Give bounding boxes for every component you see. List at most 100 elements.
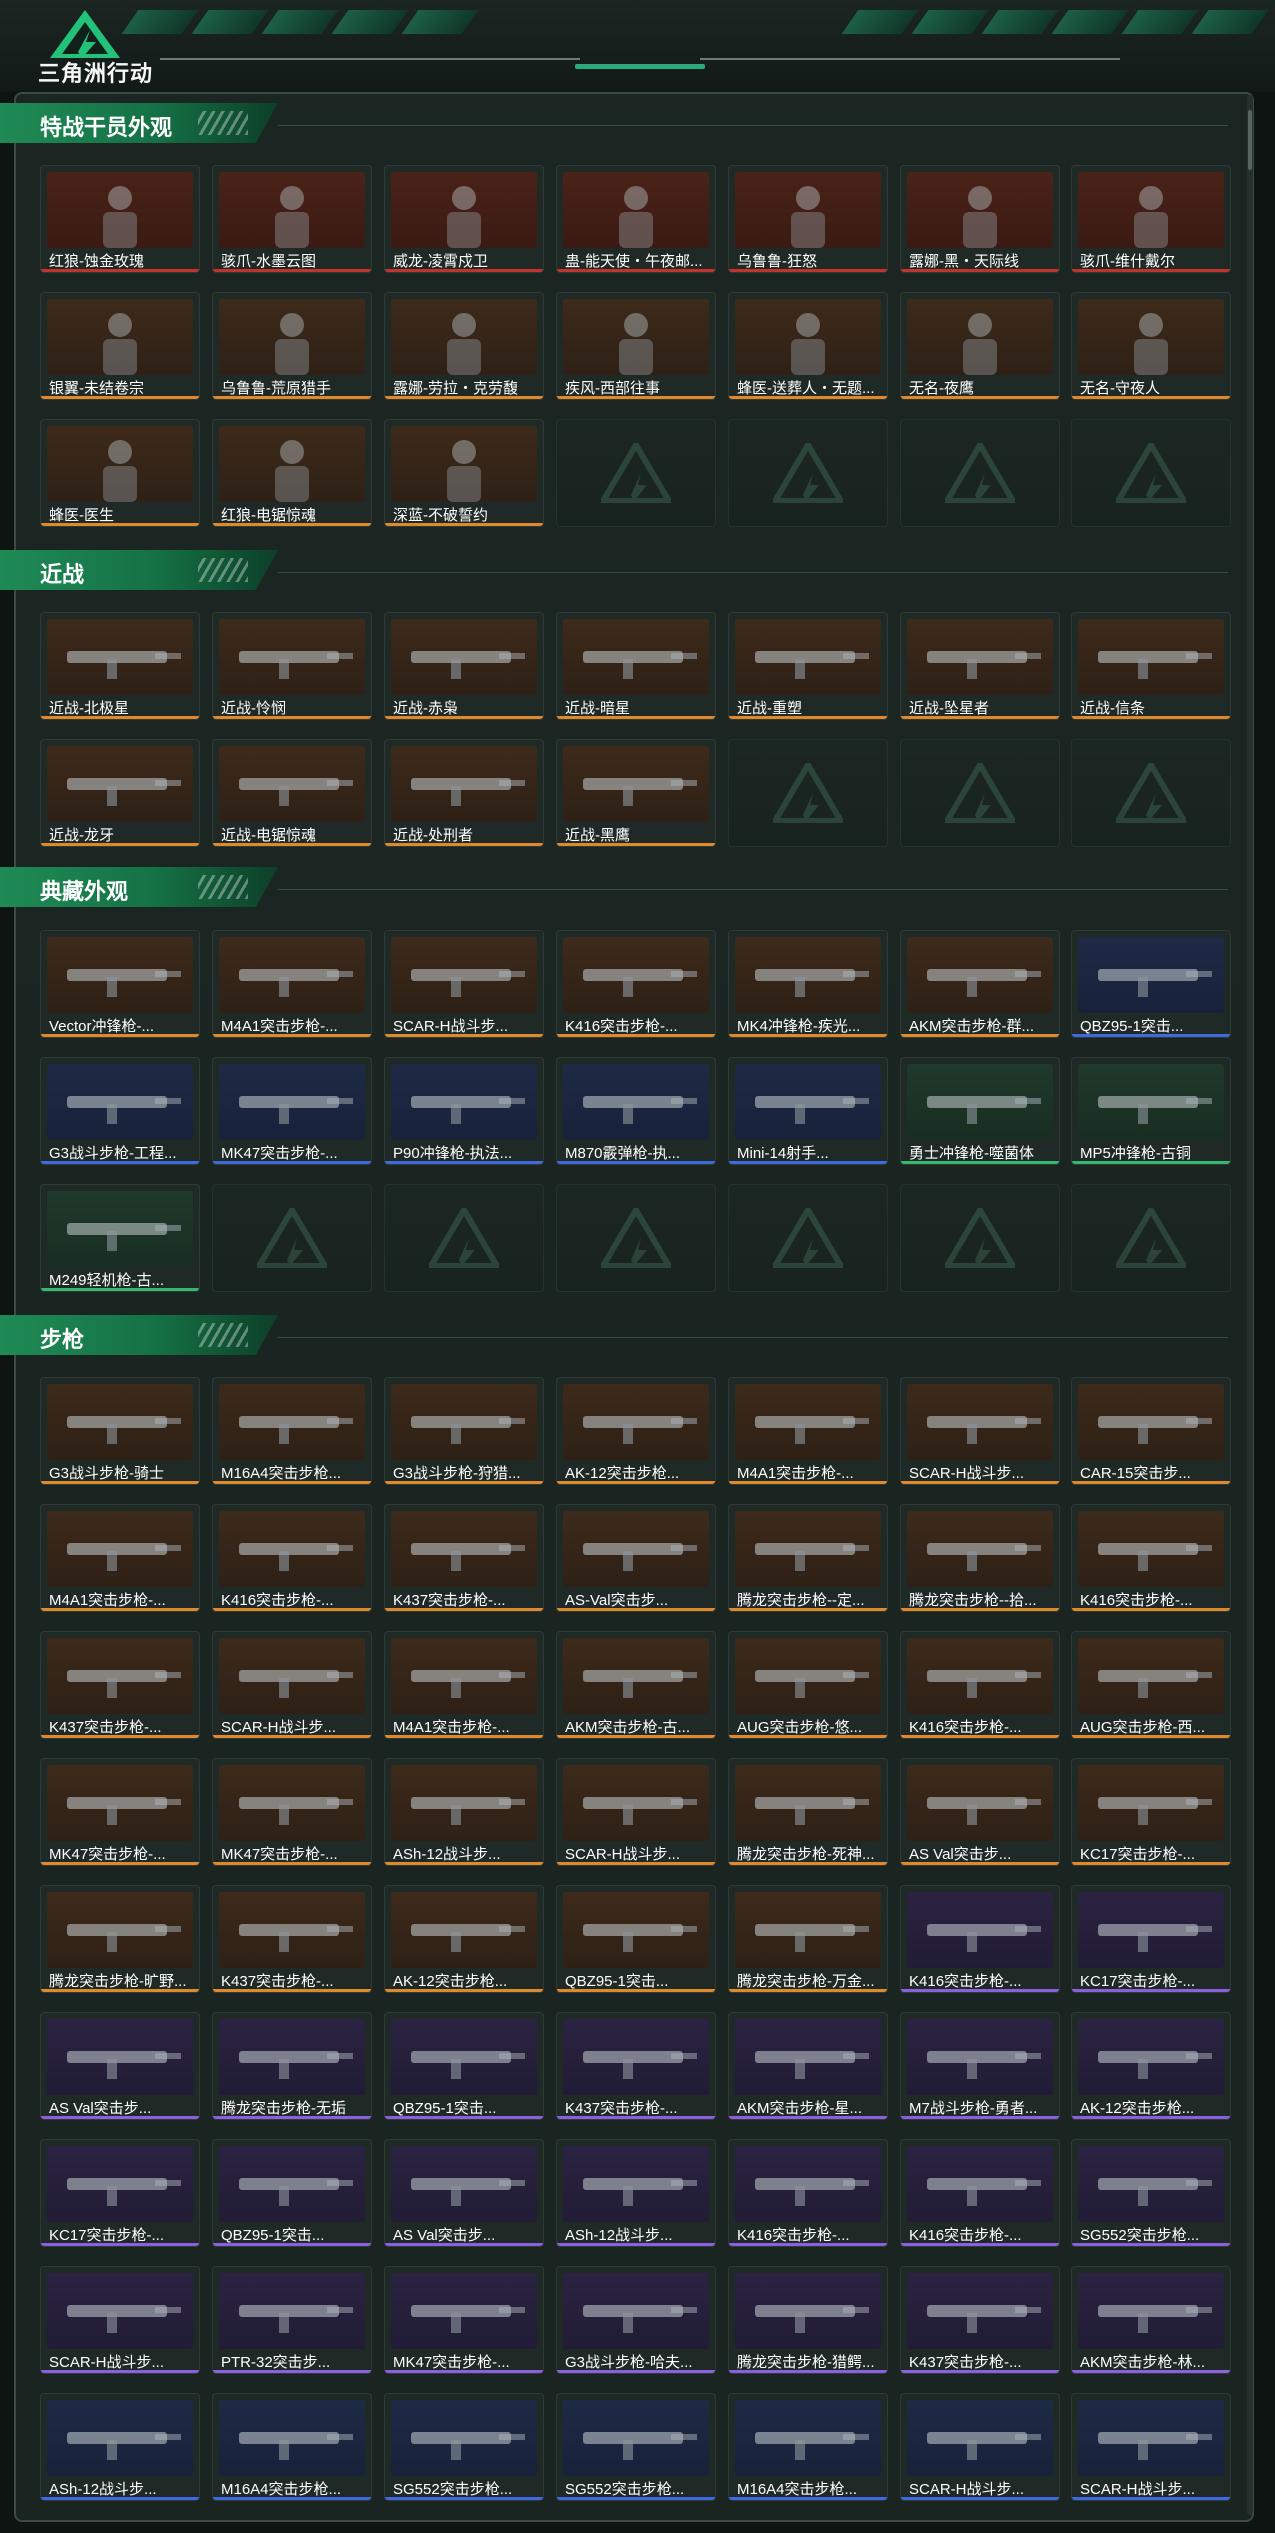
skin-card[interactable]: G3战斗步枪-狩猎...: [384, 1377, 544, 1485]
skin-card[interactable]: M249轻机枪-古...: [40, 1184, 200, 1292]
skin-card[interactable]: K437突击步枪-...: [212, 1885, 372, 1993]
skin-card[interactable]: CAR-15突击步...: [1071, 1377, 1231, 1485]
skin-card[interactable]: K416突击步枪-...: [1071, 1504, 1231, 1612]
skin-card[interactable]: 近战-信条: [1071, 612, 1231, 720]
skin-card[interactable]: 近战-重塑: [728, 612, 888, 720]
skin-card[interactable]: 近战-坠星者: [900, 612, 1060, 720]
skin-card[interactable]: M16A4突击步枪...: [728, 2393, 888, 2501]
skin-card[interactable]: AS Val突击步...: [384, 2139, 544, 2247]
scrollbar-thumb[interactable]: [1248, 110, 1252, 170]
skin-card[interactable]: 乌鲁鲁-狂怒: [728, 165, 888, 273]
skin-card[interactable]: 近战-黑鹰: [556, 739, 716, 847]
skin-card[interactable]: AK-12突击步枪...: [384, 1885, 544, 1993]
skin-card[interactable]: 红狼-蚀金玫瑰: [40, 165, 200, 273]
skin-card[interactable]: MK4冲锋枪-疾光...: [728, 930, 888, 1038]
skin-card[interactable]: MK47突击步枪-...: [40, 1758, 200, 1866]
skin-card[interactable]: KC17突击步枪-...: [40, 2139, 200, 2247]
skin-card[interactable]: MK47突击步枪-...: [212, 1758, 372, 1866]
skin-card[interactable]: AK-12突击步枪...: [1071, 2012, 1231, 2120]
skin-card[interactable]: G3战斗步枪-哈夫...: [556, 2266, 716, 2374]
skin-card[interactable]: SCAR-H战斗步...: [556, 1758, 716, 1866]
skin-card[interactable]: AS Val突击步...: [40, 2012, 200, 2120]
skin-card[interactable]: 无名-守夜人: [1071, 292, 1231, 400]
skin-card[interactable]: M4A1突击步枪-...: [212, 930, 372, 1038]
skin-card[interactable]: 腾龙突击步枪-猎鳄...: [728, 2266, 888, 2374]
skin-card[interactable]: K437突击步枪-...: [384, 1504, 544, 1612]
skin-card[interactable]: M7战斗步枪-勇者...: [900, 2012, 1060, 2120]
skin-card[interactable]: SCAR-H战斗步...: [900, 1377, 1060, 1485]
scrollbar-track[interactable]: [1247, 95, 1253, 2515]
skin-card[interactable]: 腾龙突击步枪--拾...: [900, 1504, 1060, 1612]
skin-card[interactable]: ASh-12战斗步...: [384, 1758, 544, 1866]
skin-card[interactable]: 骇爪-维什戴尔: [1071, 165, 1231, 273]
skin-card[interactable]: AKM突击步枪-群...: [900, 930, 1060, 1038]
skin-card[interactable]: SG552突击步枪...: [384, 2393, 544, 2501]
skin-card[interactable]: SCAR-H战斗步...: [212, 1631, 372, 1739]
skin-card[interactable]: AS-Val突击步...: [556, 1504, 716, 1612]
skin-card[interactable]: 无名-夜鹰: [900, 292, 1060, 400]
skin-card[interactable]: 银翼-未结卷宗: [40, 292, 200, 400]
skin-card[interactable]: 红狼-电锯惊魂: [212, 419, 372, 527]
skin-card[interactable]: 腾龙突击步枪-旷野...: [40, 1885, 200, 1993]
skin-card[interactable]: Mini-14射手...: [728, 1057, 888, 1165]
skin-card[interactable]: 近战-赤枭: [384, 612, 544, 720]
skin-card[interactable]: Vector冲锋枪-...: [40, 930, 200, 1038]
skin-card[interactable]: AKM突击步枪-星...: [728, 2012, 888, 2120]
skin-card[interactable]: ASh-12战斗步...: [40, 2393, 200, 2501]
skin-card[interactable]: M870霰弹枪-执...: [556, 1057, 716, 1165]
skin-card[interactable]: 近战-怜悯: [212, 612, 372, 720]
skin-card[interactable]: AKM突击步枪-古...: [556, 1631, 716, 1739]
skin-card[interactable]: PTR-32突击步...: [212, 2266, 372, 2374]
skin-card[interactable]: G3战斗步枪-工程...: [40, 1057, 200, 1165]
skin-card[interactable]: AKM突击步枪-林...: [1071, 2266, 1231, 2374]
skin-card[interactable]: K416突击步枪-...: [212, 1504, 372, 1612]
skin-card[interactable]: SCAR-H战斗步...: [40, 2266, 200, 2374]
skin-card[interactable]: K416突击步枪-...: [900, 1885, 1060, 1993]
skin-card[interactable]: KC17突击步枪-...: [1071, 1758, 1231, 1866]
skin-card[interactable]: 腾龙突击步枪-万金...: [728, 1885, 888, 1993]
skin-card[interactable]: K416突击步枪-...: [900, 1631, 1060, 1739]
skin-card[interactable]: K437突击步枪-...: [40, 1631, 200, 1739]
skin-card[interactable]: QBZ95-1突击...: [384, 2012, 544, 2120]
skin-card[interactable]: 腾龙突击步枪-死神...: [728, 1758, 888, 1866]
skin-card[interactable]: AUG突击步枪-悠...: [728, 1631, 888, 1739]
skin-card[interactable]: MK47突击步枪-...: [384, 2266, 544, 2374]
skin-card[interactable]: 乌鲁鲁-荒原猎手: [212, 292, 372, 400]
skin-card[interactable]: K416突击步枪-...: [556, 930, 716, 1038]
skin-card[interactable]: M4A1突击步枪-...: [728, 1377, 888, 1485]
skin-card[interactable]: 露娜-劳拉・克劳馥: [384, 292, 544, 400]
skin-card[interactable]: P90冲锋枪-执法...: [384, 1057, 544, 1165]
skin-card[interactable]: K437突击步枪-...: [556, 2012, 716, 2120]
skin-card[interactable]: MP5冲锋枪-古铜: [1071, 1057, 1231, 1165]
skin-card[interactable]: 骇爪-水墨云图: [212, 165, 372, 273]
skin-card[interactable]: 蛊-能天使・午夜邮...: [556, 165, 716, 273]
skin-card[interactable]: G3战斗步枪-骑士: [40, 1377, 200, 1485]
skin-card[interactable]: QBZ95-1突击...: [212, 2139, 372, 2247]
skin-card[interactable]: 近战-北极星: [40, 612, 200, 720]
skin-card[interactable]: ASh-12战斗步...: [556, 2139, 716, 2247]
skin-card[interactable]: AS Val突击步...: [900, 1758, 1060, 1866]
skin-card[interactable]: SG552突击步枪...: [1071, 2139, 1231, 2247]
skin-card[interactable]: MK47突击步枪-...: [212, 1057, 372, 1165]
skin-card[interactable]: 疾风-西部往事: [556, 292, 716, 400]
skin-card[interactable]: 威龙-凌霄戍卫: [384, 165, 544, 273]
skin-card[interactable]: 近战-处刑者: [384, 739, 544, 847]
skin-card[interactable]: SCAR-H战斗步...: [900, 2393, 1060, 2501]
skin-card[interactable]: K416突击步枪-...: [728, 2139, 888, 2247]
skin-card[interactable]: M16A4突击步枪...: [212, 1377, 372, 1485]
skin-card[interactable]: AUG突击步枪-西...: [1071, 1631, 1231, 1739]
skin-card[interactable]: 深蓝-不破誓约: [384, 419, 544, 527]
skin-card[interactable]: 腾龙突击步枪--定...: [728, 1504, 888, 1612]
skin-card[interactable]: 勇士冲锋枪-噬菌体: [900, 1057, 1060, 1165]
skin-card[interactable]: M4A1突击步枪-...: [40, 1504, 200, 1612]
skin-card[interactable]: 蜂医-送葬人・无题...: [728, 292, 888, 400]
skin-card[interactable]: M4A1突击步枪-...: [384, 1631, 544, 1739]
skin-card[interactable]: KC17突击步枪-...: [1071, 1885, 1231, 1993]
skin-card[interactable]: SG552突击步枪...: [556, 2393, 716, 2501]
skin-card[interactable]: SCAR-H战斗步...: [1071, 2393, 1231, 2501]
skin-card[interactable]: 蜂医-医生: [40, 419, 200, 527]
skin-card[interactable]: 近战-暗星: [556, 612, 716, 720]
skin-card[interactable]: K416突击步枪-...: [900, 2139, 1060, 2247]
skin-card[interactable]: 腾龙突击步枪-无垢: [212, 2012, 372, 2120]
skin-card[interactable]: K437突击步枪-...: [900, 2266, 1060, 2374]
